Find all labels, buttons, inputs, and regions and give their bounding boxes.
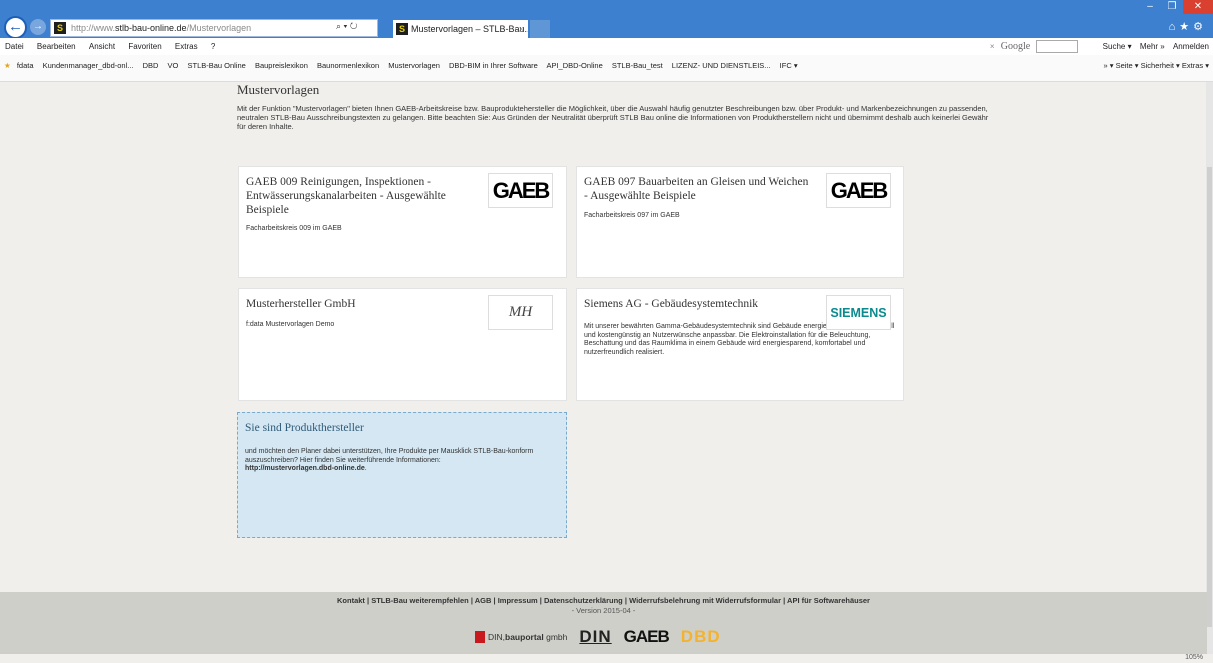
anmelden-button[interactable]: Anmelden	[1173, 42, 1209, 51]
footer-link-api[interactable]: API für Softwarehäuser	[787, 596, 870, 605]
google-toolbar: × Google Suche ▾ Mehr » Anmelden	[990, 38, 1209, 55]
intro-text: Mit der Funktion "Mustervorlagen" bieten…	[237, 104, 989, 131]
page-title: Mustervorlagen	[237, 82, 320, 97]
producer-body: und möchten den Planer dabei unterstütze…	[245, 448, 534, 464]
producer-title: Sie sind Produkthersteller	[245, 422, 364, 434]
fav-vo[interactable]: VO	[168, 61, 179, 70]
minimize-button[interactable]: –	[1139, 0, 1161, 14]
bauportal-mark-icon	[475, 631, 485, 643]
url-path: /Mustervorlagen	[186, 23, 252, 33]
window-controls: – ❐ ✕	[1139, 0, 1213, 14]
footer-link-impressum[interactable]: Impressum	[498, 596, 538, 605]
mh-logo: MH	[488, 295, 553, 330]
card-desc: f:data Mustervorlagen Demo	[246, 321, 335, 328]
footer-link-weiterempfehlen[interactable]: STLB-Bau weiterempfehlen	[371, 596, 469, 605]
page-scrollbar[interactable]	[1206, 82, 1213, 654]
producer-link[interactable]: http://mustervorlagen.dbd-online.de	[245, 465, 365, 472]
mehr-button[interactable]: Mehr »	[1140, 42, 1165, 51]
bauportal-gmbh-text: gmbh	[546, 632, 568, 642]
footer-link-agb[interactable]: AGB	[475, 596, 492, 605]
menu-datei[interactable]: Datei	[5, 42, 24, 51]
menu-help[interactable]: ?	[211, 42, 215, 51]
gaeb-logo: GAEB	[826, 173, 891, 208]
menu-ansicht[interactable]: Ansicht	[89, 42, 115, 51]
google-label: Google	[1000, 41, 1031, 52]
footer-logos: DIN, bauportal gmbh DIN GAEB DBD	[475, 626, 721, 648]
din-logo[interactable]: DIN	[579, 627, 611, 647]
toolbar-close-icon[interactable]: ×	[990, 42, 995, 51]
tab-close-icon[interactable]: ×	[519, 20, 524, 38]
menu-bearbeiten[interactable]: Bearbeiten	[37, 42, 76, 51]
card-gaeb-097[interactable]: GAEB 097 Bauarbeiten an Gleisen und Weic…	[576, 166, 904, 278]
fav-lizenz[interactable]: LIZENZ- UND DIENSTLEIS...	[672, 61, 771, 70]
footer-link-kontakt[interactable]: Kontakt	[337, 596, 365, 605]
card-title[interactable]: Siemens AG - Gebäudesystemtechnik	[584, 297, 814, 311]
footer: Kontakt | STLB-Bau weiterempfehlen | AGB…	[0, 592, 1207, 654]
back-button[interactable]: ←	[4, 16, 27, 39]
fav-stlb-bau-test[interactable]: STLB-Bau_test	[612, 61, 663, 70]
suche-button[interactable]: Suche ▾	[1103, 42, 1132, 51]
forward-button[interactable]: →	[30, 19, 46, 35]
url-host: stlb-bau-online.de	[115, 23, 187, 33]
address-tools[interactable]: ⌕ ▾ ↻	[336, 21, 357, 32]
card-musterhersteller[interactable]: Musterhersteller GmbH f:data Mustervorla…	[238, 288, 567, 401]
scrollbar-thumb[interactable]	[1207, 167, 1212, 627]
dbd-logo[interactable]: DBD	[681, 627, 721, 647]
menu-bar: Datei Bearbeiten Ansicht Favoriten Extra…	[0, 38, 1213, 55]
tab-title: Mustervorlagen – STLB-Bau...	[411, 24, 528, 34]
card-title[interactable]: Musterhersteller GmbH	[246, 297, 476, 311]
siemens-logo: SIEMENS	[826, 295, 891, 330]
gaeb-logo: GAEB	[488, 173, 553, 208]
fav-ifc[interactable]: IFC ▾	[780, 61, 798, 70]
card-title[interactable]: GAEB 009 Reinigungen, Inspektionen - Ent…	[246, 175, 476, 217]
fav-kundenmanager[interactable]: Kundenmanager_dbd-onl...	[43, 61, 134, 70]
fav-stlb-bau-online[interactable]: STLB-Bau Online	[187, 61, 245, 70]
fav-api-dbd-online[interactable]: API_DBD-Online	[546, 61, 602, 70]
page-content: Mustervorlagen Mit der Funktion "Musterv…	[0, 82, 1207, 592]
home-favorites-settings-icons[interactable]: ⌂★⚙	[1169, 20, 1207, 33]
card-desc: Facharbeitskreis 009 im GAEB	[246, 225, 342, 232]
gaeb-footer-logo[interactable]: GAEB	[624, 627, 670, 647]
address-bar[interactable]: S http://www.stlb-bau-online.de/Mustervo…	[50, 19, 378, 37]
status-bar: 105%	[0, 654, 1213, 663]
tab-favicon-icon: S	[396, 23, 408, 35]
fav-baunormenlexikon[interactable]: Baunormenlexikon	[317, 61, 379, 70]
maximize-button[interactable]: ❐	[1161, 0, 1183, 14]
footer-link-datenschutz[interactable]: Datenschutzerklärung	[544, 596, 623, 605]
new-tab-button[interactable]	[530, 20, 550, 38]
producer-info-box: Sie sind Produkthersteller und möchten d…	[237, 412, 567, 538]
google-search-input[interactable]	[1036, 40, 1079, 54]
fav-dbd[interactable]: DBD	[143, 61, 159, 70]
bauportal-din-text: DIN	[488, 632, 503, 642]
producer-text: und möchten den Planer dabei unterstütze…	[245, 448, 545, 474]
fav-dbd-bim[interactable]: DBD-BIM in Ihrer Software	[449, 61, 538, 70]
close-window-button[interactable]: ✕	[1183, 0, 1213, 14]
footer-links: Kontakt | STLB-Bau weiterempfehlen | AGB…	[0, 596, 1207, 605]
fav-fdata[interactable]: fdata	[17, 61, 34, 70]
card-gaeb-009[interactable]: GAEB 009 Reinigungen, Inspektionen - Ent…	[238, 166, 567, 278]
bauportal-text: bauportal	[505, 632, 544, 642]
card-siemens[interactable]: Siemens AG - Gebäudesystemtechnik Mit un…	[576, 288, 904, 401]
menu-extras[interactable]: Extras	[175, 42, 198, 51]
card-desc: Facharbeitskreis 097 im GAEB	[584, 212, 680, 219]
producer-link-suffix: .	[364, 465, 367, 472]
fav-baupreislexikon[interactable]: Baupreislexikon	[255, 61, 308, 70]
zoom-level[interactable]: 105%	[1185, 654, 1203, 661]
din-bauportal-logo[interactable]: DIN, bauportal gmbh	[475, 631, 567, 643]
menu-favoriten[interactable]: Favoriten	[128, 42, 161, 51]
browser-title-bar: ← → S http://www.stlb-bau-online.de/Must…	[0, 0, 1213, 39]
tab-mustervorlagen[interactable]: S Mustervorlagen – STLB-Bau... ×	[393, 20, 528, 38]
fav-mustervorlagen[interactable]: Mustervorlagen	[388, 61, 440, 70]
url-prefix: http://www.	[71, 23, 116, 33]
command-bar[interactable]: » ▾ Seite ▾ Sicherheit ▾ Extras ▾	[1103, 55, 1209, 77]
favorites-star-icon: ★	[4, 61, 11, 70]
card-title[interactable]: GAEB 097 Bauarbeiten an Gleisen und Weic…	[584, 175, 814, 203]
favorites-bar: ★ fdata Kundenmanager_dbd-onl... DBD VO …	[0, 55, 1213, 82]
footer-link-widerruf[interactable]: Widerrufsbelehrung mit Widerrufsformular	[629, 596, 781, 605]
footer-version: - Version 2015-04 -	[571, 606, 636, 615]
site-favicon-icon: S	[54, 22, 66, 34]
